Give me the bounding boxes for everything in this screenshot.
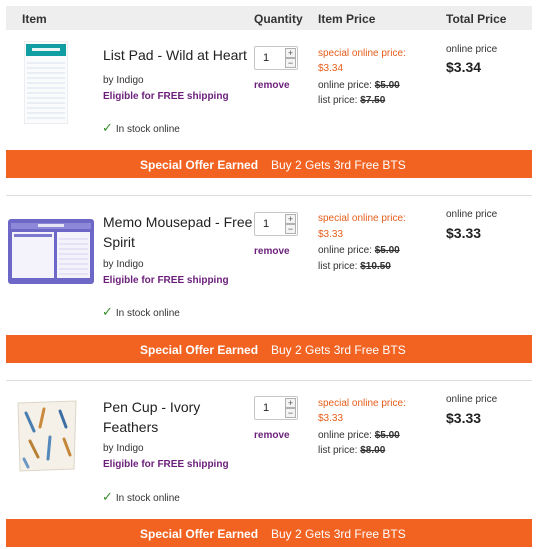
offer-earned-text: Special Offer Earned [140,527,259,541]
online-price: online price: $5.00 [318,430,400,441]
total-price-value: $3.33 [446,410,482,426]
special-price-value: $3.33 [318,229,344,240]
quantity-value[interactable]: 1 [263,402,269,414]
product-image-pen-cup[interactable] [14,397,80,472]
special-price-label: special online price: [318,398,406,409]
stock-status: ✓ In stock online [102,304,180,320]
total-price-value: $3.34 [446,59,482,75]
minus-icon[interactable]: − [285,58,296,68]
list-price-label: list price: [318,261,358,272]
special-offer-banner: Special Offer Earned Buy 2 Gets 3rd Free… [6,335,532,363]
plus-icon[interactable]: + [285,398,296,408]
total-price-label: online price [446,209,498,220]
product-brand: by Indigo [103,75,144,86]
row-divider [6,195,532,196]
online-price-value: $5.00 [374,80,400,91]
product-name-link[interactable]: List Pad - Wild at Heart [103,45,253,65]
remove-link[interactable]: remove [254,246,290,257]
quantity-stepper[interactable]: 1 + − [254,396,298,420]
special-price-label: special online price: [318,48,406,59]
product-brand: by Indigo [103,259,144,270]
row-divider [6,380,532,381]
total-price-label: online price [446,394,498,405]
total-price-value: $3.33 [446,225,482,241]
header-quantity: Quantity [254,12,303,26]
list-price: list price: $7.50 [318,95,385,106]
stock-status: ✓ In stock online [102,489,180,505]
list-price-value: $8.00 [360,445,386,456]
online-price-value: $5.00 [374,430,400,441]
quantity-stepper[interactable]: 1 + − [254,46,298,70]
online-price-value: $5.00 [374,245,400,256]
list-price-value: $7.50 [360,95,386,106]
quantity-value[interactable]: 1 [263,218,269,230]
remove-link[interactable]: remove [254,430,290,441]
product-image-memo-mousepad[interactable] [8,219,94,284]
checkmark-icon: ✓ [102,304,113,319]
stock-status: ✓ In stock online [102,120,180,136]
minus-icon[interactable]: − [285,224,296,234]
offer-deal-text: Buy 2 Gets 3rd Free BTS [271,158,406,172]
stock-text: In stock online [115,493,180,504]
list-price: list price: $8.00 [318,445,385,456]
offer-earned-text: Special Offer Earned [140,343,259,357]
header-total-price: Total Price [446,12,507,26]
list-price: list price: $10.50 [318,261,391,272]
free-shipping-label: Eligible for FREE shipping [103,275,229,286]
online-price: online price: $5.00 [318,80,400,91]
header-item-price: Item Price [318,12,376,26]
special-price-value: $3.33 [318,413,344,424]
minus-icon[interactable]: − [285,408,296,418]
list-price-label: list price: [318,95,358,106]
special-offer-banner: Special Offer Earned Buy 2 Gets 3rd Free… [6,150,532,178]
total-price-label: online price [446,44,498,55]
offer-deal-text: Buy 2 Gets 3rd Free BTS [271,343,406,357]
free-shipping-label: Eligible for FREE shipping [103,459,229,470]
online-price: online price: $5.00 [318,245,400,256]
quantity-stepper[interactable]: 1 + − [254,212,298,236]
product-brand: by Indigo [103,443,144,454]
plus-icon[interactable]: + [285,214,296,224]
stock-text: In stock online [115,308,180,319]
product-image-list-pad[interactable] [23,40,69,125]
header-item: Item [22,12,47,26]
quantity-value[interactable]: 1 [263,52,269,64]
special-price-value: $3.34 [318,63,344,74]
special-price-label: special online price: [318,213,406,224]
plus-icon[interactable]: + [285,48,296,58]
list-price-value: $10.50 [360,261,391,272]
online-price-label: online price: [318,80,372,91]
product-name-link[interactable]: Memo Mousepad - Free Spirit [103,212,253,252]
free-shipping-label: Eligible for FREE shipping [103,91,229,102]
online-price-label: online price: [318,245,372,256]
special-offer-banner: Special Offer Earned Buy 2 Gets 3rd Free… [6,519,532,547]
offer-deal-text: Buy 2 Gets 3rd Free BTS [271,527,406,541]
checkmark-icon: ✓ [102,489,113,504]
remove-link[interactable]: remove [254,80,290,91]
stock-text: In stock online [115,124,180,135]
online-price-label: online price: [318,430,372,441]
checkmark-icon: ✓ [102,120,113,135]
cart-table-header: Item Quantity Item Price Total Price [6,6,532,30]
product-name-link[interactable]: Pen Cup - Ivory Feathers [103,397,253,437]
list-price-label: list price: [318,445,358,456]
offer-earned-text: Special Offer Earned [140,158,259,172]
